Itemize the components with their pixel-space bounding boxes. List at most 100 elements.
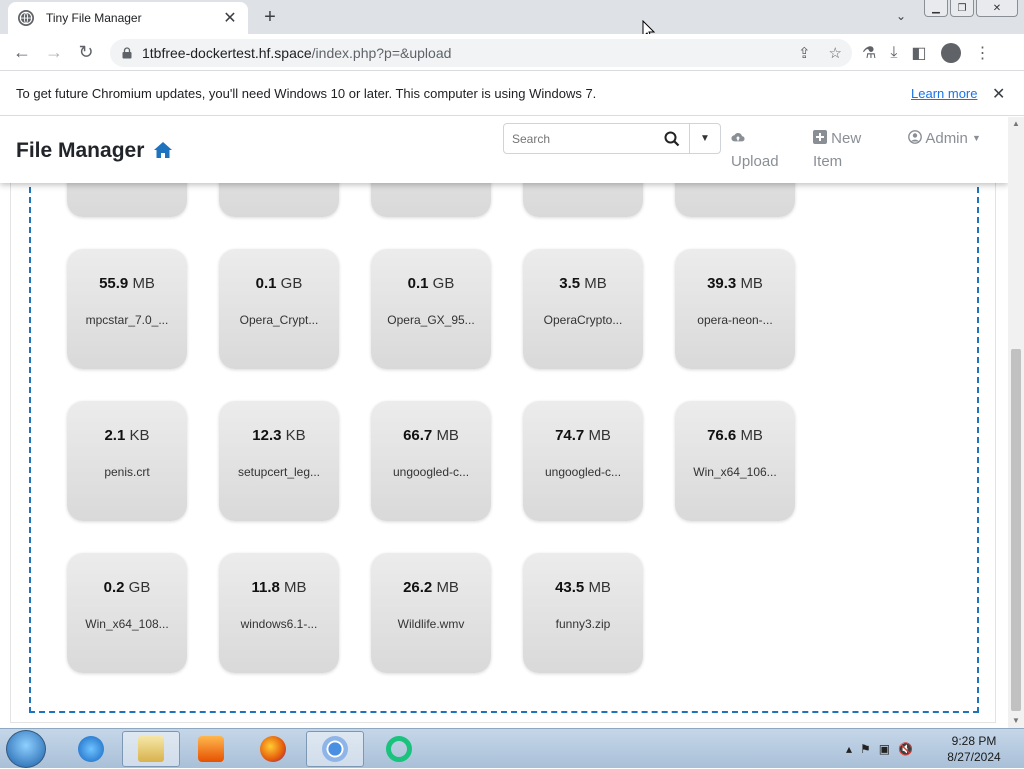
file-tile[interactable]: 66.7 MB ungoogled-c... bbox=[371, 401, 491, 521]
cloud-upload-icon bbox=[731, 132, 745, 142]
learn-more-link[interactable]: Learn more bbox=[911, 86, 977, 101]
file-name: Opera_Crypt... bbox=[239, 313, 319, 327]
file-tile[interactable]: 0.1 GB Opera_GX_95... bbox=[371, 249, 491, 369]
scrollbar-thumb[interactable] bbox=[1011, 349, 1021, 711]
taskbar-chromium[interactable] bbox=[306, 731, 364, 767]
search-options-caret-icon[interactable]: ▼ bbox=[690, 124, 720, 153]
url-host: 1tbfree-dockertest.hf.space bbox=[142, 45, 312, 61]
user-circle-icon bbox=[908, 130, 922, 144]
reload-icon[interactable]: ↻ bbox=[70, 42, 102, 63]
taskbar-firefox[interactable] bbox=[244, 731, 302, 767]
page-scrollbar[interactable]: ▲ ▼ bbox=[1008, 117, 1024, 728]
file-size: 0.2 GB bbox=[67, 579, 187, 596]
url-path: /index.php?p=&upload bbox=[311, 45, 452, 61]
tab-title: Tiny File Manager bbox=[46, 11, 142, 25]
home-icon[interactable] bbox=[153, 141, 173, 159]
tab-close-icon[interactable]: ✕ bbox=[222, 8, 238, 28]
file-size-unit: MB bbox=[132, 275, 155, 292]
tray-expand-icon[interactable]: ▴ bbox=[846, 742, 852, 756]
page-viewport: 55.9 MB mpcstar_7.0_... 0.1 GB Opera_Crypt.… bbox=[0, 117, 1008, 728]
file-tile[interactable]: 43.5 MB funny3.zip bbox=[523, 553, 643, 673]
file-tile[interactable]: 0.2 GB Win_x64_108... bbox=[67, 553, 187, 673]
window-close-button[interactable]: ✕ bbox=[976, 0, 1018, 17]
file-name: funny3.zip bbox=[555, 617, 611, 631]
file-tile[interactable]: 0.1 GB Opera_Crypt... bbox=[219, 249, 339, 369]
network-icon[interactable]: ▣ bbox=[879, 742, 890, 756]
labs-flask-icon[interactable]: ⚗ bbox=[862, 43, 876, 63]
clock-date: 8/27/2024 bbox=[947, 750, 1001, 764]
file-size: 55.9 MB bbox=[67, 275, 187, 292]
back-icon[interactable]: ← bbox=[6, 42, 38, 63]
brand-title[interactable]: File Manager bbox=[16, 139, 144, 163]
file-tile[interactable]: 26.2 MB Wildlife.wmv bbox=[371, 553, 491, 673]
address-bar[interactable]: 1tbfree-dockertest.hf.space/index.php?p=… bbox=[110, 39, 852, 67]
file-size-value: 3.5 bbox=[559, 275, 581, 292]
download-icon[interactable]: ⤓ bbox=[890, 44, 897, 62]
search-input[interactable] bbox=[504, 124, 654, 153]
file-size: 0.1 GB bbox=[371, 275, 491, 292]
side-panel-icon[interactable]: ◧ bbox=[911, 43, 926, 63]
admin-label: Admin bbox=[925, 130, 968, 147]
file-size: 74.7 MB bbox=[523, 427, 643, 444]
minimize-button[interactable]: ▁ bbox=[924, 0, 948, 17]
file-tile[interactable]: 2.1 KB penis.crt bbox=[67, 401, 187, 521]
file-size-value: 74.7 bbox=[555, 427, 585, 444]
file-size: 43.5 MB bbox=[523, 579, 643, 596]
scroll-up-icon[interactable]: ▲ bbox=[1008, 117, 1024, 131]
taskbar-clock[interactable]: 9:28 PM 8/27/2024 bbox=[940, 733, 1008, 765]
file-tile[interactable]: 55.9 MB mpcstar_7.0_... bbox=[67, 249, 187, 369]
plus-square-icon bbox=[813, 130, 827, 144]
file-name: ungoogled-c... bbox=[544, 465, 622, 479]
taskbar-explorer[interactable] bbox=[122, 731, 180, 767]
search-button[interactable] bbox=[654, 124, 690, 153]
toolbar-actions: ⚗ ⤓ ◧ ⋮ bbox=[862, 34, 991, 71]
restore-button[interactable]: ❐ bbox=[950, 0, 974, 17]
taskbar-opera[interactable] bbox=[370, 731, 428, 767]
forward-icon[interactable]: → bbox=[38, 42, 70, 63]
caret-down-icon: ▼ bbox=[972, 133, 981, 143]
system-tray: ▴ ⚑ ▣ 🔇 bbox=[846, 729, 913, 769]
file-tile[interactable]: 3.5 MB OperaCrypto... bbox=[523, 249, 643, 369]
file-size-value: 55.9 bbox=[99, 275, 129, 292]
infobar-close-icon[interactable]: ✕ bbox=[992, 84, 1005, 104]
window-controls: ▁ ❐ ✕ bbox=[924, 0, 1018, 17]
file-tile[interactable]: 74.7 MB ungoogled-c... bbox=[523, 401, 643, 521]
share-icon[interactable]: ⇪ bbox=[798, 44, 811, 62]
file-size-value: 2.1 bbox=[104, 427, 126, 444]
clock-time: 9:28 PM bbox=[951, 734, 997, 748]
file-tile[interactable]: 11.8 MB windows6.1-... bbox=[219, 553, 339, 673]
file-name: mpcstar_7.0_... bbox=[85, 313, 169, 327]
file-size: 11.8 MB bbox=[219, 579, 339, 596]
file-size-value: 0.2 bbox=[103, 579, 125, 596]
file-size-value: 11.8 bbox=[251, 579, 280, 596]
search-group: ▼ bbox=[503, 123, 721, 154]
start-button[interactable] bbox=[6, 730, 46, 768]
bookmark-star-icon[interactable]: ☆ bbox=[829, 44, 842, 62]
menu-kebab-icon[interactable]: ⋮ bbox=[975, 43, 991, 63]
upload-link[interactable]: Upload bbox=[731, 127, 779, 173]
tab-search-chevron-icon[interactable]: ⌄ bbox=[896, 9, 906, 23]
profile-avatar-icon[interactable] bbox=[940, 42, 961, 63]
file-size: 66.7 MB bbox=[371, 427, 491, 444]
taskbar-ie[interactable] bbox=[62, 731, 120, 767]
file-size-value: 26.2 bbox=[403, 579, 433, 596]
browser-tab[interactable]: Tiny File Manager ✕ bbox=[8, 2, 248, 34]
taskbar-media-player[interactable] bbox=[182, 731, 240, 767]
file-tile[interactable]: 39.3 MB opera-neon-... bbox=[675, 249, 795, 369]
file-size-unit: MB bbox=[284, 579, 307, 596]
new-item-link[interactable]: New Item bbox=[813, 127, 873, 173]
file-size: 0.1 GB bbox=[219, 275, 339, 292]
action-center-flag-icon[interactable]: ⚑ bbox=[860, 742, 871, 756]
scroll-down-icon[interactable]: ▼ bbox=[1008, 714, 1024, 728]
file-tile[interactable]: 76.6 MB Win_x64_106... bbox=[675, 401, 795, 521]
admin-menu[interactable]: Admin ▼ bbox=[908, 127, 981, 150]
volume-muted-icon[interactable]: 🔇 bbox=[898, 742, 913, 756]
file-size-unit: MB bbox=[436, 427, 459, 444]
file-size: 2.1 KB bbox=[67, 427, 187, 444]
new-tab-button[interactable]: + bbox=[258, 6, 282, 28]
file-size-unit: KB bbox=[285, 427, 306, 444]
file-size-value: 0.1 bbox=[407, 275, 429, 292]
upload-label: Upload bbox=[731, 153, 779, 170]
file-name: ungoogled-c... bbox=[392, 465, 470, 479]
file-tile[interactable]: 12.3 KB setupcert_leg... bbox=[219, 401, 339, 521]
